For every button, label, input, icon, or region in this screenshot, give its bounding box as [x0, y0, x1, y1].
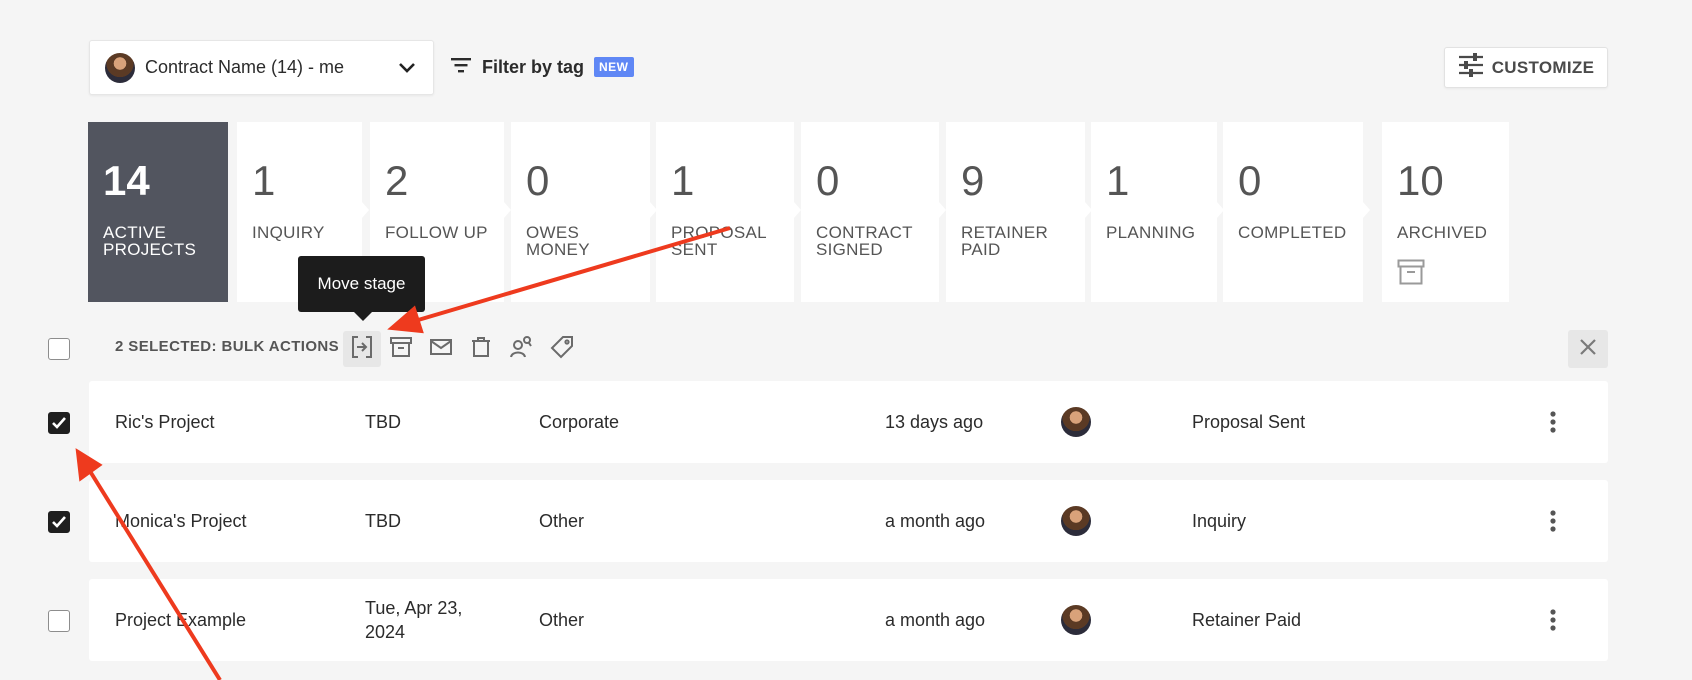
stage-label: CONTRACT SIGNED: [816, 223, 913, 259]
sliders-icon: [1458, 53, 1484, 82]
project-stage: Proposal Sent: [1192, 411, 1306, 432]
filter-by-tag-button[interactable]: Filter by tag NEW: [450, 52, 634, 82]
stage-active-projects[interactable]: 14 ACTIVE PROJECTS: [88, 122, 228, 302]
stage-separator: [1217, 202, 1224, 218]
stage-separator: [939, 202, 946, 218]
stage-completed[interactable]: 0 COMPLETED: [1223, 122, 1363, 302]
stage-contract-signed[interactable]: 0 CONTRACT SIGNED: [801, 122, 939, 302]
stage-label: PLANNING: [1106, 223, 1196, 242]
stage-count: 10: [1397, 157, 1444, 204]
stage-archived[interactable]: 10 ARCHIVED: [1382, 122, 1509, 302]
stage-retainer-paid[interactable]: 9 RETAINER PAID: [946, 122, 1085, 302]
project-date: TBD: [365, 511, 401, 531]
chevron-down-icon: [397, 58, 417, 78]
customize-label: CUSTOMIZE: [1491, 57, 1595, 77]
stage-label: PROPOSAL SENT: [671, 223, 767, 259]
stage-label: RETAINER PAID: [961, 223, 1049, 259]
assign-user-button[interactable]: [502, 331, 540, 367]
stage-label: FOLLOW UP: [385, 223, 488, 242]
move-stage-button[interactable]: [343, 331, 381, 367]
last-updated: 13 days ago: [885, 411, 984, 432]
assign-user-icon: [509, 335, 533, 364]
last-updated: a month ago: [885, 510, 986, 531]
last-updated: a month ago: [885, 609, 986, 630]
project-stage: Inquiry: [1192, 510, 1247, 531]
more-options-icon[interactable]: [1549, 381, 1557, 463]
stage-proposal-sent[interactable]: 1 PROPOSAL SENT: [656, 122, 794, 302]
stage-planning[interactable]: 1 PLANNING: [1091, 122, 1217, 302]
stage-count: 1: [252, 157, 276, 204]
stage-label: OWES MONEY: [526, 223, 590, 259]
row-checkbox[interactable]: [48, 610, 70, 632]
table-row[interactable]: Monica's Project TBD Other a month ago I…: [89, 480, 1608, 562]
close-bulk-actions-button[interactable]: [1568, 330, 1608, 368]
stage-label: INQUIRY: [252, 223, 325, 242]
more-options-icon[interactable]: [1549, 579, 1557, 661]
email-icon: [429, 337, 453, 362]
filter-icon: [450, 56, 472, 79]
avatar: [1061, 506, 1091, 536]
tag-button[interactable]: [543, 331, 581, 367]
avatar: [1061, 605, 1091, 635]
new-badge: NEW: [594, 57, 634, 77]
table-row[interactable]: Project Example Tue, Apr 23, 2024 Other …: [89, 579, 1608, 661]
select-all-checkbox[interactable]: [48, 338, 70, 360]
stage-separator: [504, 202, 511, 218]
stage-owes-money[interactable]: 0 OWES MONEY: [511, 122, 650, 302]
archive-icon: [389, 336, 413, 363]
stage-count: 14: [103, 157, 150, 204]
stage-count: 2: [385, 157, 409, 204]
stage-label: ARCHIVED: [1397, 223, 1488, 242]
filter-by-tag-label: Filter by tag: [482, 56, 585, 77]
project-name[interactable]: Ric's Project: [115, 381, 214, 463]
stage-separator: [362, 202, 369, 218]
table-row[interactable]: Ric's Project TBD Corporate 13 days ago …: [89, 381, 1608, 463]
customize-button[interactable]: CUSTOMIZE: [1444, 47, 1608, 88]
bulk-actions-label: 2 SELECTED: BULK ACTIONS: [115, 338, 340, 355]
project-name[interactable]: Project Example: [115, 579, 246, 661]
move-stage-icon: [350, 335, 374, 364]
stage-separator: [794, 202, 801, 218]
email-button[interactable]: [422, 331, 460, 367]
arrow-head: [387, 305, 424, 334]
move-stage-tooltip: Move stage: [298, 256, 425, 321]
project-type: Other: [539, 510, 585, 531]
stage-separator: [1085, 202, 1092, 218]
delete-button[interactable]: [462, 331, 500, 367]
contract-filter-label: Contract Name (14) - me: [145, 57, 345, 77]
stage-label: ACTIVE PROJECTS: [103, 223, 197, 259]
project-stage: Retainer Paid: [1192, 609, 1302, 630]
stage-label: COMPLETED: [1238, 223, 1347, 242]
stage-separator: [1363, 202, 1370, 218]
archive-button[interactable]: [382, 331, 420, 367]
stage-count: 1: [671, 157, 695, 204]
contract-filter-dropdown[interactable]: Contract Name (14) - me: [89, 40, 434, 95]
project-date: Tue, Apr 23, 2024: [365, 598, 463, 642]
stage-count: 0: [816, 157, 840, 204]
close-icon: [1579, 338, 1597, 361]
stage-count: 0: [526, 157, 550, 204]
stage-count: 9: [961, 157, 985, 204]
avatar: [1061, 407, 1091, 437]
stage-separator: [650, 202, 657, 218]
project-type: Corporate: [539, 411, 620, 432]
project-type: Other: [539, 609, 585, 630]
more-options-icon[interactable]: [1549, 480, 1557, 562]
project-name[interactable]: Monica's Project: [115, 480, 246, 562]
avatar: [105, 52, 135, 83]
delete-icon: [470, 336, 492, 363]
archive-icon: [1397, 259, 1509, 290]
stage-count: 1: [1106, 157, 1130, 204]
tag-icon: [550, 335, 574, 364]
row-checkbox[interactable]: [48, 412, 70, 434]
stage-count: 0: [1238, 157, 1262, 204]
project-date: TBD: [365, 412, 401, 432]
row-checkbox[interactable]: [48, 511, 70, 533]
